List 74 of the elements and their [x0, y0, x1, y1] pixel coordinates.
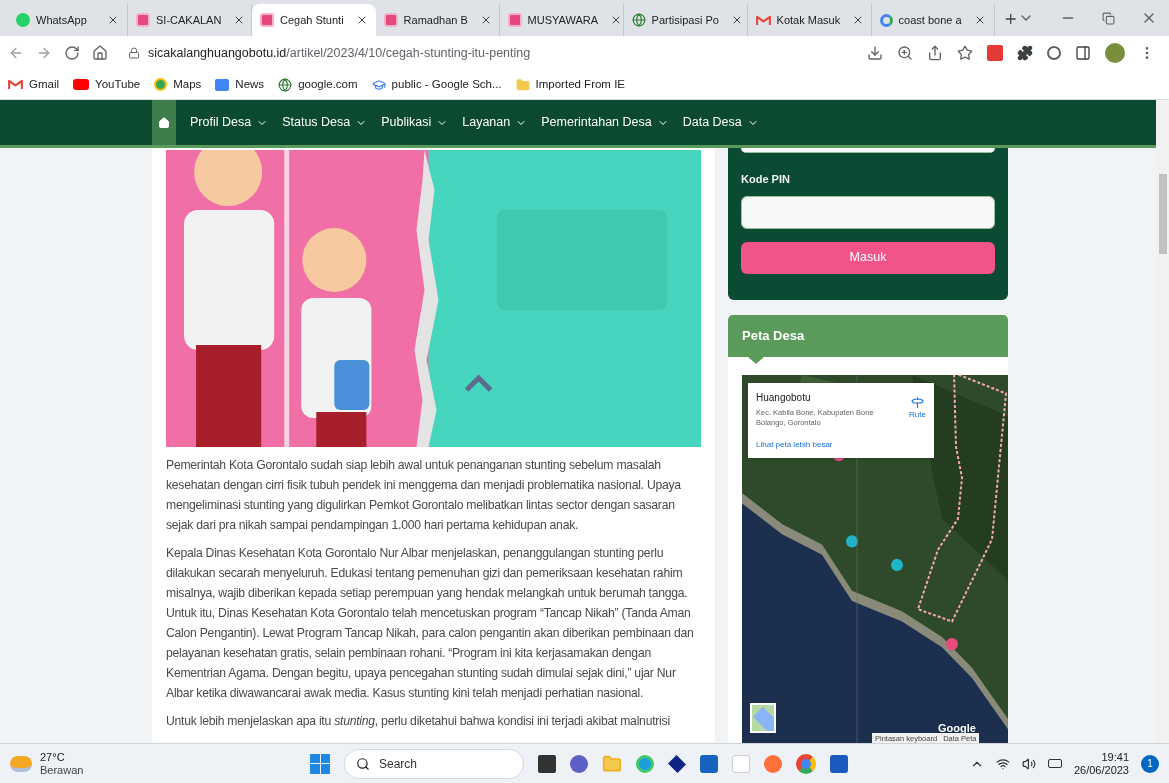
search-icon	[356, 756, 370, 771]
card-title: Peta Desa	[742, 326, 805, 345]
input-field[interactable]	[741, 148, 995, 153]
bookmark-item[interactable]: YouTube	[73, 75, 141, 94]
bookmark-star-icon[interactable]	[957, 45, 973, 61]
scrollbar-thumb[interactable]	[1158, 174, 1167, 254]
search-field[interactable]: Search	[344, 748, 524, 779]
tab-title: MUSYAWARA	[527, 12, 599, 28]
scrollbar[interactable]	[1156, 100, 1169, 743]
reload-icon[interactable]	[64, 45, 80, 61]
chrome-icon[interactable]	[796, 753, 816, 774]
article-paragraph: Kepala Dinas Kesehatan Kota Gorontalo Nur Albar menjelaskan, penanggulangan stunting perlu dilakukan secarah menyeluruh. Edukasi tentang pemenuhan gizi dan pemeriksaan kesehatan rahim misalnya, wajib diberikan kepada setiap perempuan yang hendak melangkah untuk berumah tangga. Untuk itu, Dinas Kesehatan Kota Gorontalo telah mencetuskan program “Tancap Nikah” (Tanda Aman Calon Pengantin). Lewat Program Tancap Nikah, para calon pengantin akan diberikan pembinaan dan pelayanan kesehatan gratis, selain pembinaan rohani. “Program ini kita kerjasamakan dengan Kementrian Agama. Dengan begitu, upaya pencegahan stunting sudah dimulai sejak dini,” ujar Nur Albar ketika diwawancarai awak media. Kasus stunting kini telah menjadi perhatian nasional.	[166, 545, 695, 702]
layer-toggle-button[interactable]	[750, 702, 776, 733]
article-paragraph: Pemerintah Kota Gorontalo sudah siap lebih awal untuk penanganan stunting sebelum masalah kesehatan dengan cirri fisik tubuh pendek ini menggema dan menjadi problematika nasional. Upaya mengeliminasi stunting yang digulirkan Pemkot Gorontalo melibatkan lintas sector dengan sasaran sejak dari pra nikah sampai pendampingan 1.000 hari pertama kehidupan anak.	[166, 457, 682, 534]
site-icon	[383, 13, 398, 27]
bookmark-item[interactable]: google.com	[278, 75, 358, 94]
volume-icon[interactable]	[1021, 756, 1036, 771]
tab-title: coast bone a	[898, 12, 962, 28]
google-icon	[879, 13, 893, 27]
tab-title: Cegah Stunti	[280, 12, 344, 28]
pin-field[interactable]	[741, 195, 995, 229]
avatar-icon[interactable]	[1105, 43, 1125, 63]
graduation-cap-icon	[371, 77, 386, 92]
bookmark-item[interactable]: public - Google Sch...	[371, 75, 502, 94]
nav-item[interactable]: Pemerintahan Desa	[541, 113, 669, 132]
battery-icon[interactable]	[1047, 759, 1062, 768]
site-icon	[260, 13, 274, 27]
tab-title: Ramadhan B	[403, 12, 468, 28]
globe-icon	[631, 13, 646, 27]
home-icon	[158, 116, 170, 129]
notification-badge[interactable]: 1	[1141, 754, 1159, 773]
home-icon[interactable]	[92, 45, 108, 61]
tab-title: WhatsApp	[36, 12, 87, 28]
share-icon[interactable]	[927, 45, 943, 61]
browser-tab[interactable]: Cegah Stunti	[252, 4, 376, 36]
tab-title: Partisipasi Po	[651, 12, 719, 28]
mail-icon	[8, 79, 23, 90]
globe-icon	[278, 77, 293, 92]
restore-icon[interactable]	[1102, 11, 1115, 25]
weather-icon	[10, 755, 32, 772]
clock[interactable]: 19:41 26/06/2023	[1073, 750, 1129, 777]
weather-widget[interactable]: 27°C Berawan	[10, 750, 310, 777]
bookmark-item[interactable]: Imported From IE	[515, 75, 625, 94]
bookmark-item[interactable]: Gmail	[8, 75, 60, 94]
nav-item[interactable]: Status Desa	[282, 113, 368, 132]
lock-icon	[128, 47, 140, 59]
nav-item[interactable]: Layanan	[462, 113, 528, 132]
close-icon[interactable]	[107, 14, 119, 26]
wifi-icon[interactable]	[995, 756, 1010, 771]
folder-icon	[515, 77, 530, 92]
nav-item[interactable]: Publikasi	[381, 113, 449, 132]
back-icon[interactable]	[8, 45, 24, 61]
article-paragraph: Untuk lebih menjelaskan apa itu stunting, perlu diketahui bahwa kondisi ini terjadi akibat malnutrisi	[166, 713, 671, 730]
mail-icon	[755, 14, 771, 26]
field-label: Kode PIN	[741, 172, 791, 187]
install-icon[interactable]	[867, 45, 883, 61]
bookmark-item[interactable]: Maps	[154, 75, 202, 94]
tab-title: Kotak Masuk	[776, 12, 841, 28]
route-icon	[911, 395, 925, 409]
bookmark-item[interactable]: News	[215, 75, 265, 94]
larger-map-link[interactable]: Lihat peta lebih besar	[756, 438, 906, 451]
place-name: Huangobotu	[756, 390, 812, 405]
nav-item[interactable]: Data Desa	[682, 113, 759, 132]
puzzle-icon[interactable]	[1017, 45, 1033, 61]
zoom-icon[interactable]	[897, 45, 913, 61]
tab-title: SI-CAKALAN	[156, 12, 222, 28]
site-icon	[507, 13, 522, 27]
route-button[interactable]: Rute	[909, 389, 926, 451]
nav-item[interactable]: Profil Desa	[190, 113, 269, 132]
side-panel-icon[interactable]	[1075, 45, 1091, 61]
map-logo: Google	[938, 720, 976, 736]
site-icon	[136, 13, 150, 27]
home-button[interactable]	[152, 100, 176, 145]
start-icon[interactable]	[310, 753, 330, 774]
